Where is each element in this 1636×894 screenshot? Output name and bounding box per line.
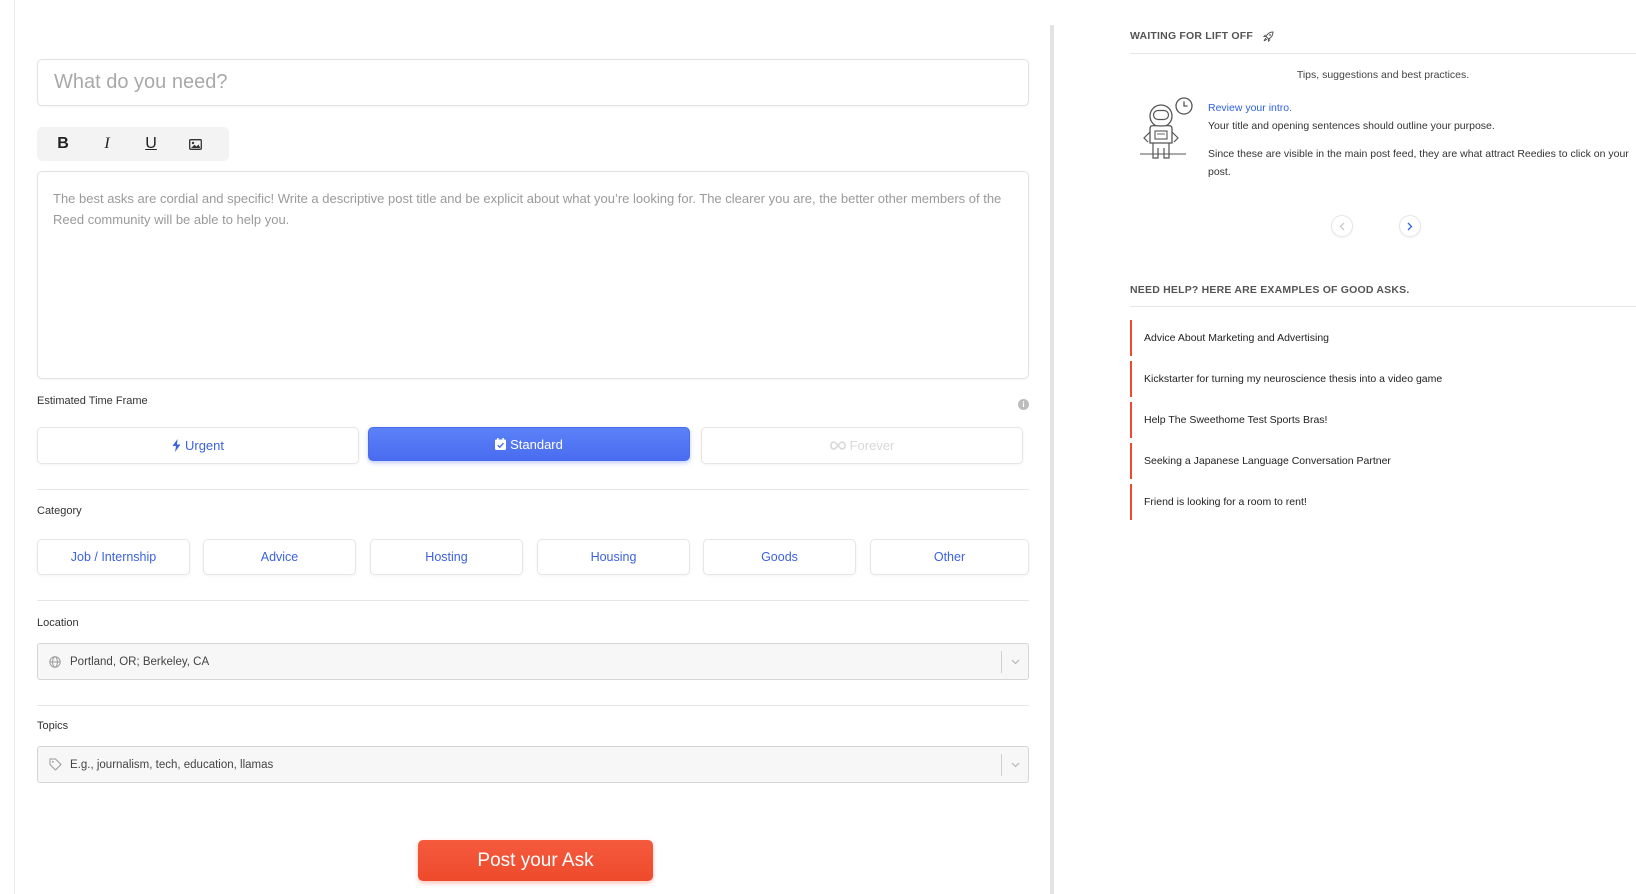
carousel-prev-button[interactable] (1331, 215, 1353, 237)
tip-text-1: Your title and opening sentences should … (1208, 120, 1495, 132)
tips-heading: WAITING FOR LIFT OFF (1130, 30, 1274, 42)
divider (37, 600, 1029, 601)
divider (37, 705, 1029, 706)
divider (37, 489, 1029, 490)
location-label: Location (37, 617, 79, 629)
image-icon (188, 138, 202, 150)
chevron-down-icon[interactable] (1002, 762, 1028, 768)
example-ask-item[interactable]: Kickstarter for turning my neuroscience … (1130, 361, 1550, 397)
standard-option[interactable]: Standard (368, 427, 690, 461)
bolt-icon (172, 439, 181, 452)
body-textarea[interactable] (37, 171, 1029, 379)
calendar-check-icon (495, 438, 507, 450)
divider (1130, 306, 1636, 307)
column-divider (1050, 25, 1054, 894)
standard-label: Standard (510, 436, 563, 452)
bold-button[interactable]: B (51, 132, 75, 156)
image-button[interactable] (183, 132, 207, 156)
rocket-icon (1262, 30, 1274, 42)
title-input[interactable] (37, 59, 1029, 106)
location-value: Portland, OR; Berkeley, CA (70, 655, 210, 668)
chevron-down-icon[interactable] (1002, 659, 1028, 665)
topics-select[interactable]: E.g., journalism, tech, education, llama… (37, 746, 1029, 783)
example-ask-item[interactable]: Seeking a Japanese Language Conversation… (1130, 443, 1550, 479)
tip-text-2: Since these are visible in the main post… (1208, 148, 1629, 178)
chevron-left-icon (1339, 222, 1345, 230)
globe-icon (38, 655, 66, 668)
astronaut-clock-illustration (1140, 97, 1193, 159)
forever-option: Forever (701, 427, 1023, 464)
examples-heading: NEED HELP? HERE ARE EXAMPLES OF GOOD ASK… (1130, 284, 1410, 296)
infinity-icon (829, 441, 846, 450)
location-select[interactable]: Portland, OR; Berkeley, CA (37, 643, 1029, 680)
formatting-toolbar: B I U (37, 127, 229, 161)
example-ask-item[interactable]: Advice About Marketing and Advertising (1130, 320, 1550, 356)
category-housing[interactable]: Housing (537, 539, 690, 575)
forever-label: Forever (849, 438, 895, 453)
category-advice[interactable]: Advice (203, 539, 356, 575)
topics-label: Topics (37, 720, 69, 732)
info-icon[interactable]: i (1018, 399, 1029, 410)
left-border (14, 0, 15, 894)
carousel-next-button[interactable] (1399, 215, 1421, 237)
example-ask-item[interactable]: Friend is looking for a room to rent! (1130, 484, 1550, 520)
post-ask-button[interactable]: Post your Ask (418, 840, 653, 881)
category-hosting[interactable]: Hosting (370, 539, 523, 575)
category-job-internship[interactable]: Job / Internship (37, 539, 190, 575)
chevron-right-icon (1407, 222, 1413, 230)
urgent-label: Urgent (184, 438, 225, 453)
tips-subtitle: Tips, suggestions and best practices. (1296, 69, 1470, 81)
category-other[interactable]: Other (870, 539, 1029, 575)
example-ask-item[interactable]: Help The Sweethome Test Sports Bras! (1130, 402, 1550, 438)
tips-title: WAITING FOR LIFT OFF (1130, 30, 1253, 42)
review-intro-link[interactable]: Review your intro. (1208, 102, 1292, 114)
category-goods[interactable]: Goods (703, 539, 856, 575)
divider (1130, 53, 1636, 54)
urgent-option[interactable]: Urgent (37, 427, 359, 464)
category-label: Category (37, 505, 82, 517)
underline-button[interactable]: U (139, 132, 163, 156)
time-frame-label: Estimated Time Frame (37, 395, 148, 407)
tag-icon (38, 758, 66, 771)
topics-placeholder: E.g., journalism, tech, education, llama… (70, 758, 274, 771)
italic-button[interactable]: I (95, 132, 119, 156)
